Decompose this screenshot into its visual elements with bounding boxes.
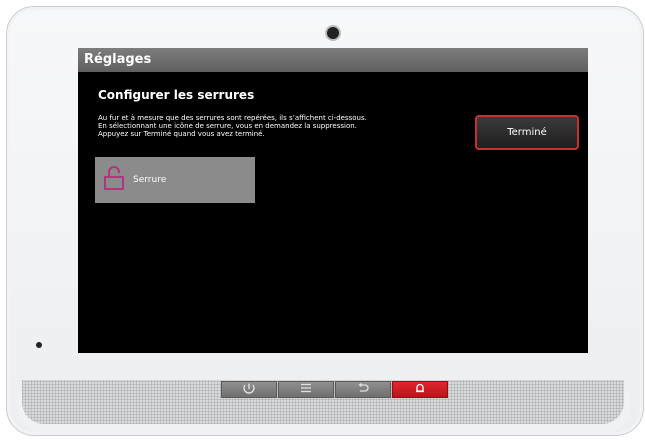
- back-icon: [357, 382, 369, 396]
- title-bar: Réglages: [78, 48, 588, 72]
- back-key[interactable]: [335, 381, 391, 398]
- menu-icon: [300, 383, 312, 396]
- lock-label: Serrure: [133, 175, 167, 185]
- home-key[interactable]: [221, 381, 277, 398]
- instruction-line: Appuyez sur Terminé quand vous avez term…: [98, 130, 265, 138]
- touch-screen: Réglages Configurer les serrures Au fur …: [78, 48, 588, 353]
- unlocked-padlock-icon: [104, 166, 124, 194]
- menu-key[interactable]: [278, 381, 334, 398]
- lock-tile[interactable]: Serrure: [95, 157, 255, 203]
- front-camera: [327, 27, 339, 39]
- status-led: [36, 342, 42, 348]
- done-button[interactable]: Terminé: [475, 115, 579, 150]
- alarm-key[interactable]: [392, 381, 448, 398]
- hardware-key-bar: [221, 381, 449, 398]
- home-icon: [243, 383, 255, 397]
- instructions-text: Au fur et à mesure que des serrures sont…: [98, 114, 468, 138]
- instruction-line: Au fur et à mesure que des serrures sont…: [98, 114, 367, 122]
- alarm-icon: [414, 383, 426, 397]
- section-heading: Configurer les serrures: [98, 88, 255, 102]
- instruction-line: En sélectionnant une icône de serrure, v…: [98, 122, 357, 130]
- page-title: Réglages: [84, 52, 152, 67]
